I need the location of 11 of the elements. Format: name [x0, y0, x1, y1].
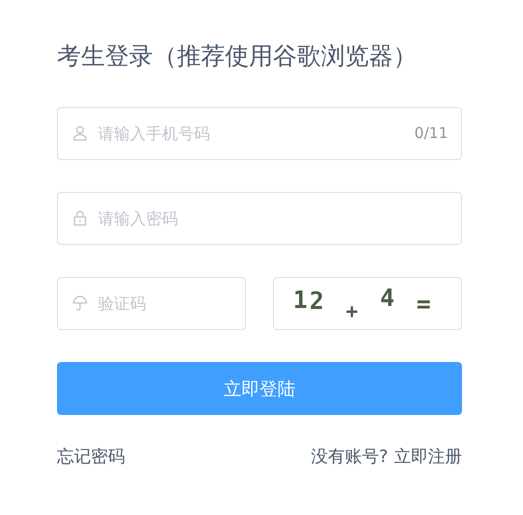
captcha-image[interactable]: 12 + 4 =	[273, 277, 462, 330]
input-field[interactable]: 请输入密码	[57, 192, 462, 245]
forgot-password-link[interactable]: 忘记密码	[57, 445, 125, 468]
character-counter: 0/11	[414, 124, 448, 142]
page-title: 考生登录（推荐使用谷歌浏览器）	[57, 41, 418, 72]
register-link[interactable]: 立即注册	[394, 445, 462, 468]
lock-icon	[72, 210, 88, 226]
register-prompt: 没有账号?	[310, 446, 388, 468]
user-icon	[72, 125, 88, 141]
umbrella-icon	[72, 295, 88, 311]
input-field[interactable]: 验证码	[57, 277, 246, 330]
